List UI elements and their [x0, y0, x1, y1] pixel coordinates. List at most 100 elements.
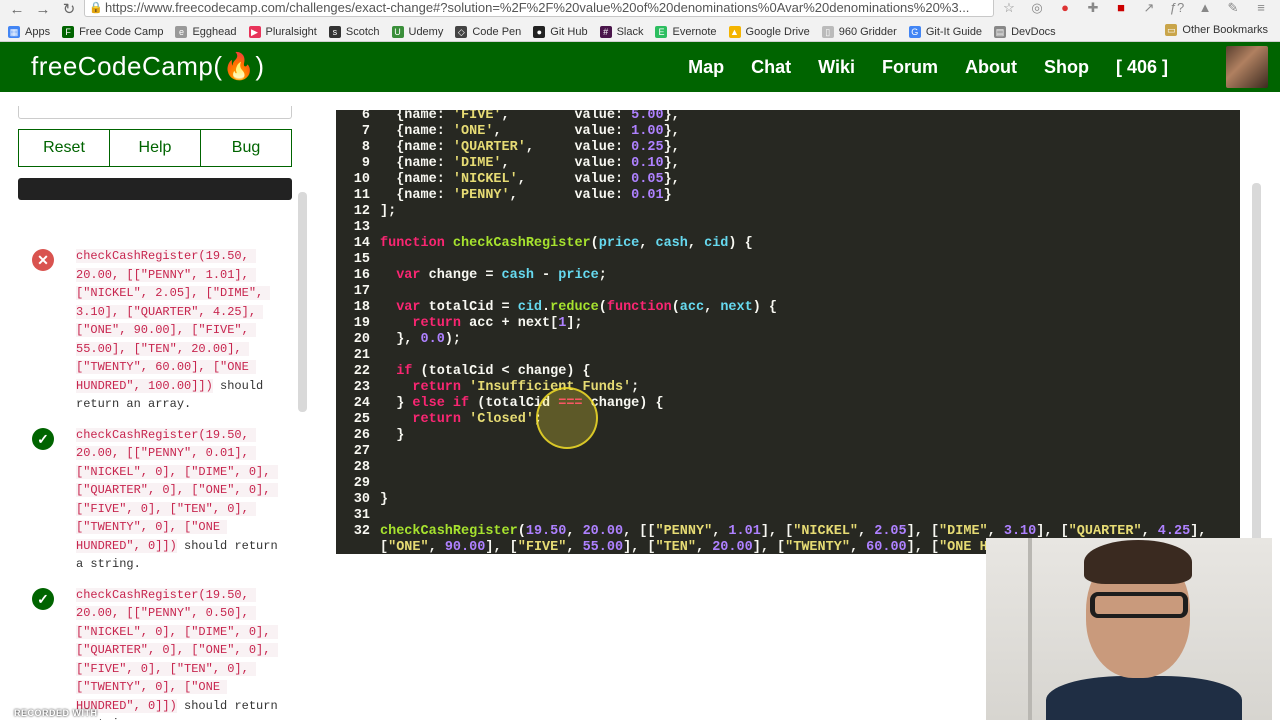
bookmark-github[interactable]: ● Git Hub: [533, 26, 588, 38]
code-line[interactable]: 10 {name: 'NICKEL', value: 0.05},: [336, 172, 1206, 188]
code-token: ], [: [760, 524, 794, 539]
code-line[interactable]: 27: [336, 444, 1206, 460]
menu-icon[interactable]: ≡: [1250, 0, 1272, 16]
code-token: return: [412, 316, 470, 331]
extension-icon[interactable]: ◎: [1026, 0, 1048, 16]
function-icon[interactable]: ƒ?: [1166, 0, 1188, 16]
code-token: ], [: [906, 524, 940, 539]
code-line[interactable]: 14 function checkCashRegister(price, cash…: [336, 236, 1206, 252]
nav-link-shop[interactable]: Shop: [1044, 57, 1089, 78]
code-line[interactable]: 25 return 'Closed';: [336, 412, 1206, 428]
help-button[interactable]: Help: [110, 129, 201, 167]
nav-link-map[interactable]: Map: [688, 57, 724, 78]
code-token: ],: [1190, 524, 1207, 539]
code-token: },: [663, 140, 680, 155]
test-item: ✓ checkCashRegister(19.50, 20.00, [["PEN…: [28, 426, 288, 574]
user-avatar[interactable]: [1226, 46, 1268, 88]
extension-icon[interactable]: ↗: [1138, 0, 1160, 16]
nav-link-chat[interactable]: Chat: [751, 57, 791, 78]
code-token: 19.50: [525, 524, 567, 539]
code-line[interactable]: 9 {name: 'DIME', value: 0.10},: [336, 156, 1206, 172]
code-line[interactable]: 29: [336, 476, 1206, 492]
bookmark-codepen[interactable]: ◇ Code Pen: [455, 26, 521, 38]
opera-icon[interactable]: ●: [1054, 0, 1076, 16]
code-token: 0.01: [631, 188, 664, 203]
extension-icon[interactable]: ✚: [1082, 0, 1104, 16]
bookmark-udemy[interactable]: U Udemy: [391, 26, 443, 38]
code-line[interactable]: 11 {name: 'PENNY', value: 0.01}: [336, 188, 1206, 204]
browser-nav-buttons: ← → ↻: [6, 0, 80, 19]
bookmark-freecodecamp[interactable]: F Free Code Camp: [62, 26, 163, 38]
bookmark-960-gridder[interactable]: ▯ 960 Gridder: [821, 26, 897, 38]
bookmark-slack[interactable]: # Slack: [599, 26, 643, 38]
line-number: 11: [353, 188, 370, 203]
bookmark-scotch[interactable]: s Scotch: [328, 26, 380, 38]
code-token: 'ONE': [452, 124, 494, 139]
nav-link-about[interactable]: About: [965, 57, 1017, 78]
code-line[interactable]: 26 }: [336, 428, 1206, 444]
points-counter[interactable]: [ 406 ]: [1116, 57, 1168, 78]
forward-icon[interactable]: →: [32, 1, 54, 18]
tools-icon[interactable]: ✎: [1222, 0, 1244, 16]
code-line[interactable]: 24 } else if (totalCid === change) {: [336, 396, 1206, 412]
bookmark-google-drive[interactable]: ▲ Google Drive: [728, 26, 810, 38]
code-line[interactable]: 17: [336, 284, 1206, 300]
code-token: }: [380, 492, 389, 507]
code-line[interactable]: 20 }, 0.0);: [336, 332, 1206, 348]
code-token: totalCid =: [428, 300, 518, 315]
reset-button[interactable]: Reset: [18, 129, 110, 167]
video-icon[interactable]: ■: [1110, 0, 1132, 16]
code-line[interactable]: 18 var totalCid = cid.reduce(function(ac…: [336, 300, 1206, 316]
back-icon[interactable]: ←: [6, 1, 28, 18]
bookmark-other-bookmarks[interactable]: ▭ Other Bookmarks: [1165, 24, 1268, 36]
code-line[interactable]: 31: [336, 508, 1206, 524]
line-number: 31: [353, 508, 370, 523]
address-bar[interactable]: 🔒 https://www.freecodecamp.com/challenge…: [84, 0, 994, 17]
code-token: },: [663, 124, 680, 139]
code-line[interactable]: 7 {name: 'ONE', value: 1.00},: [336, 124, 1206, 140]
code-line[interactable]: 6 {name: 'FIVE', value: 5.00},: [336, 110, 1206, 124]
star-icon[interactable]: ☆: [998, 0, 1020, 16]
code-line[interactable]: 8 {name: 'QUARTER', value: 0.25},: [336, 140, 1206, 156]
code-token: {name:: [380, 140, 453, 155]
code-token: var: [396, 300, 429, 315]
code-token: ], [: [1036, 524, 1069, 539]
editor-scrollbar[interactable]: [1252, 183, 1261, 543]
bookmark-pluralsight[interactable]: ▶ Pluralsight: [248, 26, 317, 38]
code-line[interactable]: 13: [336, 220, 1206, 236]
code-token: 'DIME': [452, 156, 502, 171]
code-line[interactable]: 23 return 'Insufficient Funds';: [336, 380, 1206, 396]
browser-chrome: ← → ↻ 🔒 https://www.freecodecamp.com/cha…: [0, 0, 1280, 42]
nav-link-wiki[interactable]: Wiki: [818, 57, 855, 78]
code-token: reduce: [550, 300, 599, 315]
code-line[interactable]: 28: [336, 460, 1206, 476]
code-token: (: [598, 300, 607, 315]
bug-button[interactable]: Bug: [201, 129, 292, 167]
code-line[interactable]: 15: [336, 252, 1206, 268]
bell-icon[interactable]: ▲: [1194, 0, 1216, 16]
code-line[interactable]: 12];: [336, 204, 1206, 220]
bookmark-devdocs[interactable]: ▤ DevDocs: [994, 26, 1056, 38]
code-token: ,: [987, 524, 1004, 539]
line-number: 26: [353, 428, 370, 443]
code-token: [: [380, 540, 389, 554]
code-line[interactable]: 21: [336, 348, 1206, 364]
code-line[interactable]: 22 if (totalCid < change) {: [336, 364, 1206, 380]
fcc-logo[interactable]: freeCodeCamp(🔥): [31, 51, 265, 82]
code-token: {name:: [380, 110, 453, 123]
reload-icon[interactable]: ↻: [58, 0, 80, 18]
code-line[interactable]: 19 return acc + next[1];: [336, 316, 1206, 332]
code-token: ,: [566, 540, 583, 554]
sidebar-scrollbar[interactable]: [298, 192, 307, 412]
code-line[interactable]: 30}: [336, 492, 1206, 508]
bookmark-evernote[interactable]: E Evernote: [655, 26, 717, 38]
code-editor[interactable]: 6 {name: 'FIVE', value: 5.00}, 7 {name: '…: [336, 110, 1240, 554]
code-token: 'Closed': [469, 412, 534, 427]
line-number: 32: [353, 524, 370, 539]
bookmark-git-it-guide[interactable]: G Git-It Guide: [908, 26, 982, 38]
nav-link-forum[interactable]: Forum: [882, 57, 938, 78]
bookmark-egghead[interactable]: e Egghead: [175, 26, 237, 38]
bookmark-apps[interactable]: ▦ Apps: [8, 26, 50, 38]
code-line[interactable]: 16 var change = cash - price;: [336, 268, 1206, 284]
